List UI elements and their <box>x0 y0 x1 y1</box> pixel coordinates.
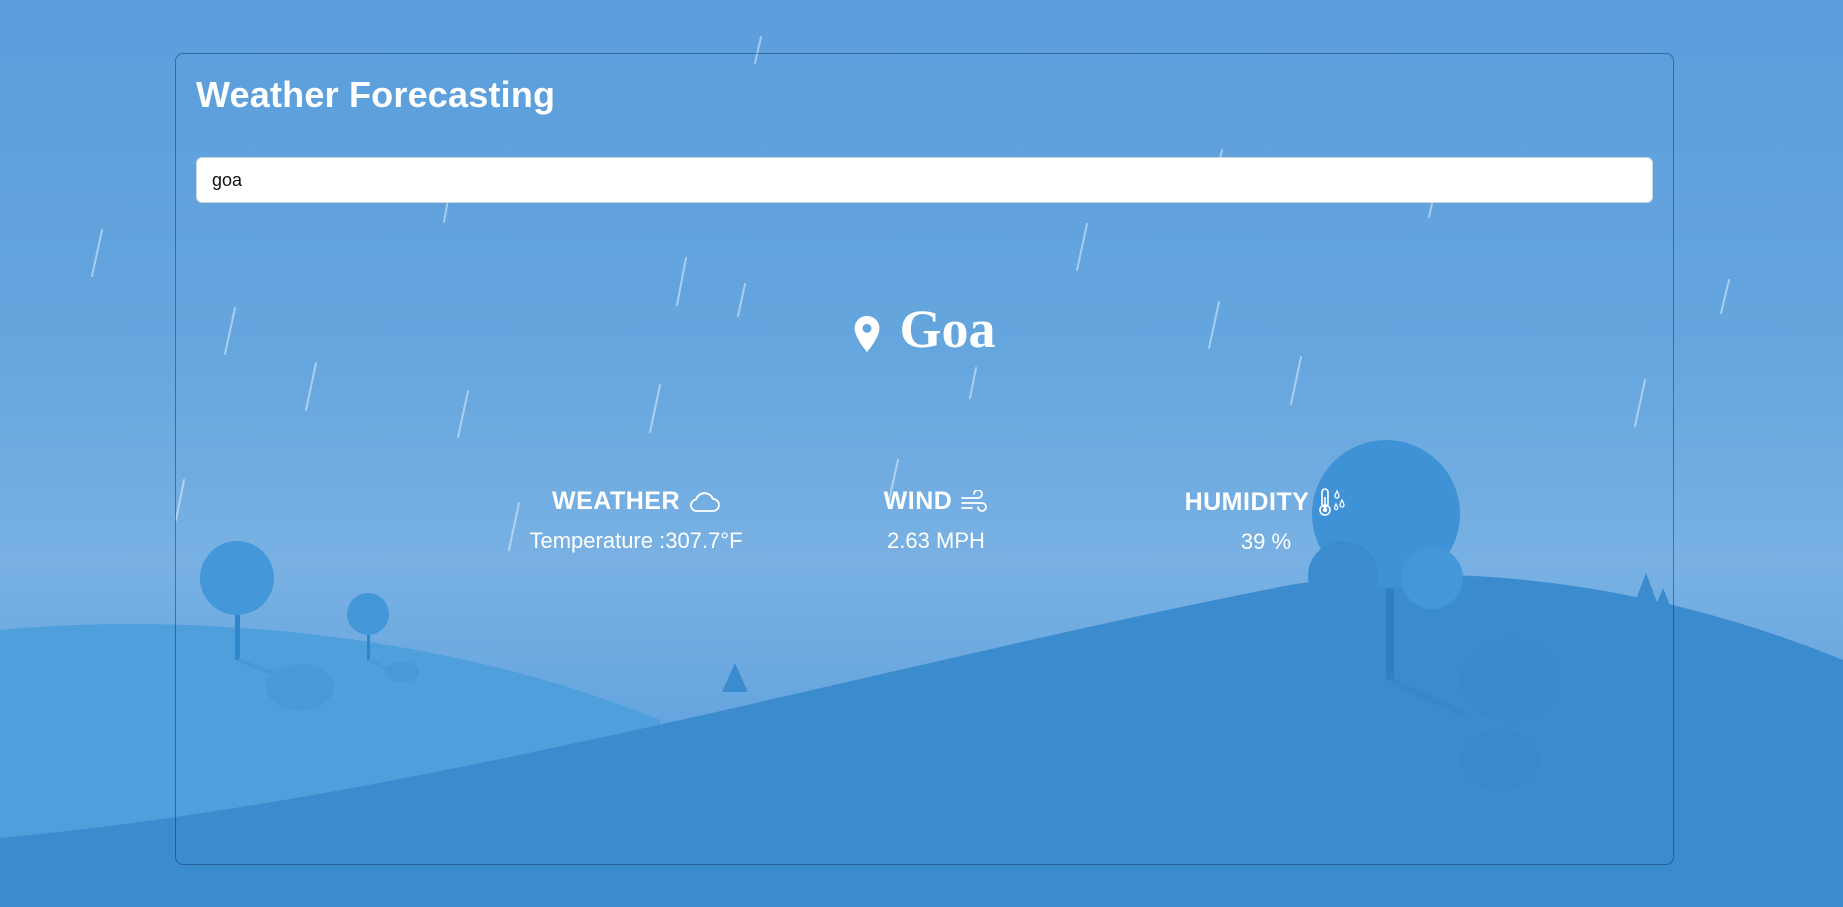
weather-card: Weather Forecasting Goa WEATHER Temperat… <box>175 53 1674 865</box>
wind-label: WIND <box>883 487 953 515</box>
search-input[interactable] <box>196 157 1653 203</box>
location-header: Goa <box>176 302 1673 356</box>
wind-speed-value: 2.63 MPH <box>887 528 985 553</box>
cloud-icon <box>690 491 720 512</box>
thermometer-droplets-icon <box>1319 488 1346 516</box>
city-name: Goa <box>899 299 996 359</box>
humidity-value: 39 % <box>1240 529 1292 554</box>
app-title: Weather Forecasting <box>196 74 556 115</box>
weather-stat: WEATHER Temperature :307.7°F <box>501 487 771 554</box>
humidity-label: HUMIDITY <box>1184 487 1310 516</box>
temperature-value: Temperature :307.7°F <box>529 528 743 553</box>
humidity-stat: HUMIDITY 39 % <box>1121 487 1411 555</box>
map-pin-icon <box>855 316 880 352</box>
weather-label: WEATHER <box>551 487 681 515</box>
wind-stat: WIND 2.63 MPH <box>826 487 1046 554</box>
wind-icon <box>961 489 988 512</box>
